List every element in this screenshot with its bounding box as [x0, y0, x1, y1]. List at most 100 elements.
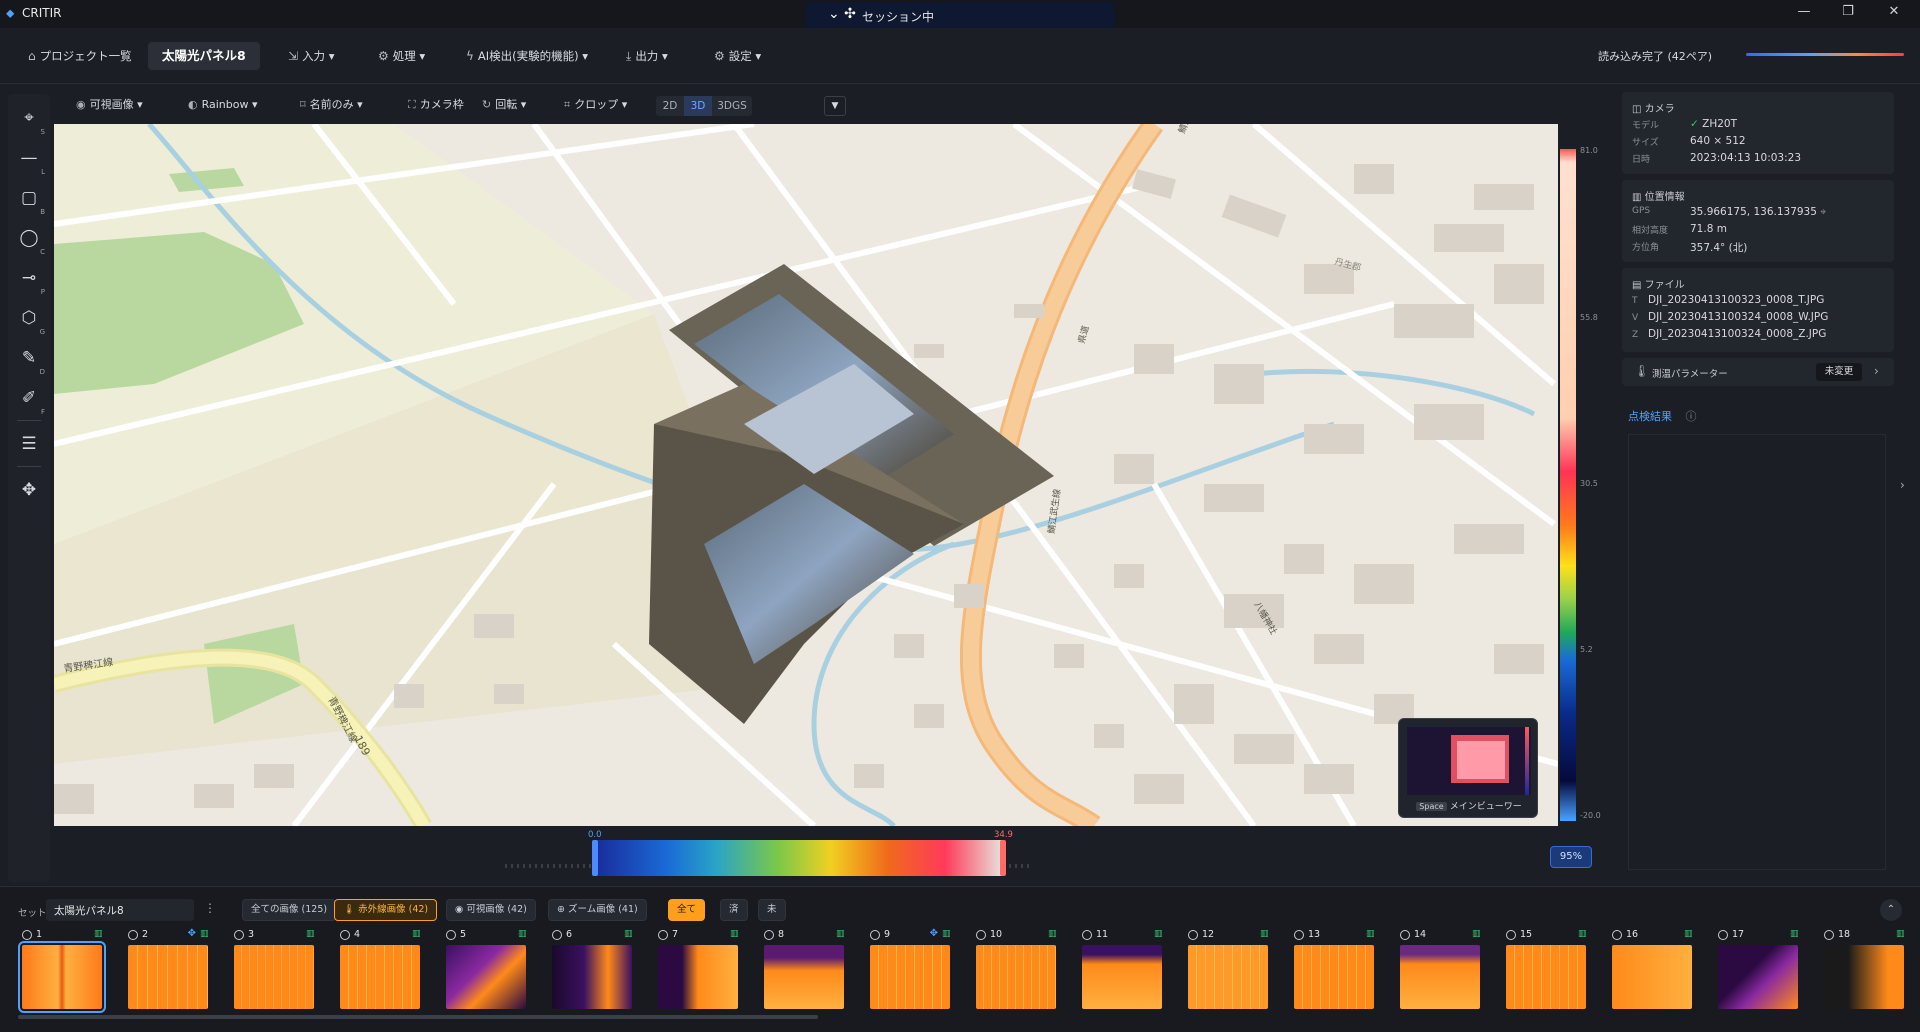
select-radio[interactable] [1082, 930, 1092, 940]
thumbnail-item[interactable]: 17 ▥ [1714, 929, 1810, 1017]
thumbnail-item[interactable]: 8 ▥ [760, 929, 856, 1017]
project-list-button[interactable]: ⌂ プロジェクト一覧 [20, 42, 140, 70]
thumbnail-item[interactable]: 15 ▥ [1502, 929, 1598, 1017]
output-menu[interactable]: ⤓ 出力 ▾ [618, 42, 676, 70]
mode-3d-button[interactable]: 3D [684, 96, 712, 116]
filter-infrared-images[interactable]: 🌡 赤外線画像 (42) [334, 899, 438, 921]
map-icon: ▥ [518, 929, 527, 939]
visible-image-select[interactable]: ◉ 可視画像 ▾ [76, 94, 143, 116]
status-done-button[interactable]: 済 [720, 899, 748, 921]
input-menu[interactable]: ⇲ 入力 ▾ [280, 42, 343, 70]
set-input[interactable]: 太陽光パネル8 [46, 899, 194, 921]
measurement-params-row[interactable]: 🌡 測温パラメーター 未変更 › [1622, 358, 1894, 386]
more-options-button[interactable]: ▼ [824, 96, 846, 116]
zoom-level[interactable]: 95% [1550, 846, 1592, 868]
select-radio[interactable] [552, 930, 562, 940]
camera-frame-toggle[interactable]: ⛶ カメラ枠 [408, 94, 464, 116]
thumbnail-item[interactable]: 1 ▥ [18, 929, 114, 1017]
thumbnail-item[interactable]: 11 ▥ [1078, 929, 1174, 1017]
thumbnail-item[interactable]: 7 ▥ [654, 929, 750, 1017]
more-vertical-icon[interactable]: ⋮ [204, 901, 216, 915]
select-radio[interactable] [128, 930, 138, 940]
thumbnail-item[interactable]: 4 ▥ [336, 929, 432, 1017]
collapse-strip-icon[interactable]: ⌃ [1880, 899, 1902, 921]
thumbnail-number: 13 [1308, 929, 1321, 940]
select-radio[interactable] [1612, 930, 1622, 940]
name-display-select[interactable]: ⌑ 名前のみ ▾ [300, 94, 363, 116]
help-icon[interactable]: ⓘ [1686, 410, 1697, 423]
thumbnail-item[interactable]: 16 ▥ [1608, 929, 1704, 1017]
range-high-handle[interactable] [1000, 840, 1006, 876]
main-viewer-minimap[interactable]: Space メインビューワー [1398, 718, 1538, 818]
select-radio[interactable] [446, 930, 456, 940]
select-radio[interactable] [1506, 930, 1516, 940]
rotate-select[interactable]: ↻ 回転 ▾ [482, 94, 526, 116]
visible-image-label: 可視画像 [89, 98, 134, 111]
thumbnail-item[interactable]: 12 ▥ [1184, 929, 1280, 1017]
thumbnail-item[interactable]: 14 ▥ [1396, 929, 1492, 1017]
ai-detect-menu[interactable]: ϟ AI検出(実験的機能) ▾ [458, 42, 596, 70]
pencil-icon[interactable]: ✎ D [13, 342, 45, 376]
filter-visible-images[interactable]: ◉ 可視画像 (42) [446, 899, 536, 921]
point-icon[interactable]: ⊸ P [13, 262, 45, 296]
mode-2d-button[interactable]: 2D [656, 96, 684, 116]
thermal-thumbnail-image [658, 945, 738, 1009]
select-radio[interactable] [870, 930, 880, 940]
select-radio[interactable] [976, 930, 986, 940]
thumbnail-item[interactable]: 10 ▥ [972, 929, 1068, 1017]
session-icon: ⌄ ✣ [828, 6, 856, 22]
file-thermal[interactable]: T DJI_20230413100323_0008_T.JPG [1632, 294, 1824, 306]
thermal-scale-bar[interactable] [1560, 149, 1576, 821]
range-low-handle[interactable] [592, 840, 598, 876]
rectangle-icon[interactable]: ▢ B [13, 182, 45, 216]
move-icon[interactable]: ✥ [13, 474, 45, 506]
thumbnail-item[interactable]: 9 ▥ ✥ [866, 929, 962, 1017]
thumbnail-item[interactable]: 6 ▥ [548, 929, 644, 1017]
file-zoom[interactable]: Z DJI_20230413100324_0008_Z.JPG [1632, 328, 1826, 340]
select-radio[interactable] [22, 930, 32, 940]
thumbnail-item[interactable]: 3 ▥ [230, 929, 326, 1017]
file-wide[interactable]: V DJI_20230413100324_0008_W.JPG [1632, 311, 1828, 323]
crop-select[interactable]: ⌗ クロップ ▾ [564, 94, 627, 116]
select-radio[interactable] [1188, 930, 1198, 940]
process-menu[interactable]: ⚙ 処理 ▾ [370, 42, 433, 70]
filter-all-images[interactable]: 全ての画像 (125) [242, 899, 337, 921]
thumbnail-item[interactable]: 13 ▥ [1290, 929, 1386, 1017]
select-radio[interactable] [764, 930, 774, 940]
pin-icon[interactable]: ⌖ [1820, 206, 1826, 218]
select-radio[interactable] [658, 930, 668, 940]
select-radio[interactable] [1824, 930, 1834, 940]
status-all-button[interactable]: 全て [668, 899, 706, 921]
line-icon[interactable]: — L [13, 142, 46, 176]
mode-3dgs-button[interactable]: 3DGS [712, 96, 752, 116]
status-pending-button[interactable]: 未 [758, 899, 786, 921]
temperature-range-slider[interactable]: 0.0 34.9 [504, 830, 1034, 876]
tool-key: C [40, 248, 45, 256]
sliders-icon[interactable]: ☰ [13, 428, 45, 460]
select-radio[interactable] [1400, 930, 1410, 940]
thumbnail-item[interactable]: 2 ▥ ✥ [124, 929, 220, 1017]
crosshair-icon[interactable]: ⌖ S [13, 102, 45, 136]
session-indicator[interactable]: ⌄ ✣ セッション中 [806, 2, 1114, 28]
circle-icon[interactable]: ◯ C [13, 222, 45, 256]
panel-toggle-icon[interactable]: › [1900, 478, 1905, 492]
thumbnail-scrollbar[interactable] [18, 1015, 818, 1019]
minimize-icon[interactable]: — [1794, 4, 1814, 22]
select-radio[interactable] [1718, 930, 1728, 940]
thumbnail-item[interactable]: 5 ▥ [442, 929, 538, 1017]
palette-select[interactable]: ◐ Rainbow ▾ [188, 94, 258, 116]
close-icon[interactable]: ✕ [1884, 4, 1904, 22]
restore-icon[interactable]: ❐ [1838, 4, 1858, 22]
chevron-right-icon[interactable]: › [1874, 364, 1879, 378]
select-radio[interactable] [1294, 930, 1304, 940]
map-viewer[interactable]: 青野稗江線 青野稗江線 189 鯖江武生線 県道 鯖江武生線 八幡神社 丹生郡 [54, 124, 1558, 826]
select-radio[interactable] [340, 930, 350, 940]
altitude-value: 71.8 m [1690, 223, 1727, 235]
thumbnail-item[interactable]: 18 ▥ [1820, 929, 1916, 1017]
filter-zoom-images[interactable]: ⊕ ズーム画像 (41) [548, 899, 647, 921]
settings-menu[interactable]: ⚙ 設定 ▾ [706, 42, 769, 70]
select-radio[interactable] [234, 930, 244, 940]
current-project-tab[interactable]: 太陽光パネル8 [148, 42, 260, 70]
edit-icon[interactable]: ✐ F [13, 382, 45, 416]
polygon-icon[interactable]: ⬡ G [13, 302, 45, 336]
